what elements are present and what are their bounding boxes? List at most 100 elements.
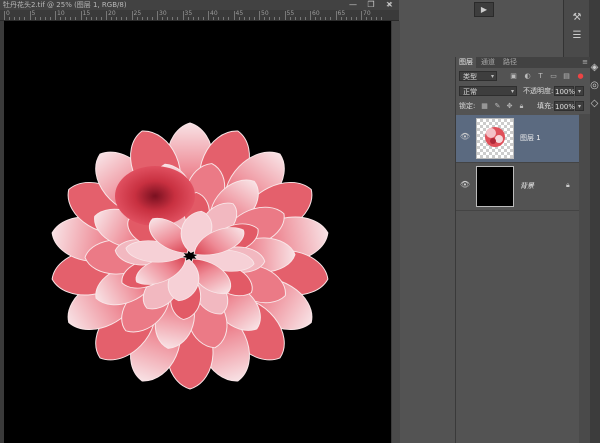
ruler-tick — [106, 11, 107, 20]
lock-image-icon[interactable]: ✎ — [493, 102, 502, 111]
layer-thumbnail — [476, 166, 514, 207]
ruler-minor-tick — [187, 17, 189, 20]
blend-mode-value: 正常 — [463, 88, 477, 96]
shape-filter-icon[interactable]: ▭ — [549, 72, 558, 81]
ruler-minor-tick — [269, 17, 271, 20]
ruler-minor-tick — [90, 17, 92, 20]
fill-field[interactable]: 100% — [554, 101, 575, 111]
layers-dock-icon[interactable]: ◈ — [589, 62, 600, 74]
adjustments-icon[interactable]: ☰ — [570, 30, 584, 42]
minimize-icon[interactable]: — — [344, 0, 362, 10]
ruler-minor-tick — [325, 17, 327, 20]
panel-icon-strip: ⚒ ☰ — [563, 0, 590, 60]
ruler-minor-tick — [299, 17, 301, 20]
ruler-minor-tick — [75, 17, 77, 20]
ruler-label: 35 — [184, 10, 193, 17]
ruler-minor-tick — [371, 17, 373, 20]
type-filter-icon[interactable]: T — [536, 72, 545, 81]
ruler-tick — [157, 11, 158, 20]
layer-name[interactable]: 背景 — [520, 181, 534, 191]
ruler-minor-tick — [100, 17, 102, 20]
ruler-minor-tick — [111, 17, 113, 20]
paths-dock-icon[interactable]: ◇ — [589, 98, 600, 110]
ruler-minor-tick — [65, 17, 67, 20]
close-window-icon[interactable]: ✕ — [380, 0, 398, 10]
ruler-tick — [131, 11, 133, 20]
document-title: 牡丹花头2.tif @ 25% (图层 1, RGB/8) — [3, 1, 127, 9]
visibility-eye-icon[interactable]: 👁︎ — [459, 180, 471, 190]
restore-icon[interactable]: ❐ — [362, 0, 380, 10]
fill-label: 填充: — [537, 102, 554, 110]
filter-row: 类型 ▾ ▣ ◐ T ▭ ▤ ● — [456, 70, 590, 84]
ruler-minor-tick — [85, 17, 87, 20]
opacity-field[interactable]: 100% — [554, 86, 575, 96]
ruler-minor-tick — [177, 17, 179, 20]
ruler-minor-tick — [146, 17, 148, 20]
ruler-minor-tick — [213, 17, 215, 20]
ruler-minor-tick — [19, 17, 21, 20]
tab-channels[interactable]: 通道 — [478, 57, 498, 68]
filter-kind-dropdown[interactable]: 类型 ▾ — [459, 71, 497, 81]
layer-thumbnail — [476, 118, 514, 159]
ruler-minor-tick — [141, 17, 143, 20]
ruler-label: 15 — [82, 10, 91, 17]
ruler-minor-tick — [192, 17, 194, 20]
ruler-tick — [182, 11, 184, 20]
filter-toggle-icon[interactable]: ● — [576, 72, 585, 81]
ruler-minor-tick — [376, 17, 378, 20]
ruler-minor-tick — [248, 17, 250, 20]
ruler-tick — [233, 11, 235, 20]
visibility-eye-icon[interactable]: 👁︎ — [459, 132, 471, 142]
ruler-label: 0 — [6, 10, 10, 17]
lock-transparent-icon[interactable]: ▦ — [480, 102, 489, 111]
blend-mode-dropdown[interactable]: 正常 ▾ — [459, 86, 517, 96]
canvas-vertical-scrollbar[interactable] — [391, 21, 400, 443]
panel-menu-icon[interactable]: ≡ — [582, 57, 588, 68]
ruler-minor-tick — [289, 17, 291, 20]
chevron-down-icon: ▾ — [490, 73, 494, 80]
layers-scrollbar[interactable] — [579, 114, 590, 443]
canvas[interactable] — [4, 21, 391, 443]
ruler-minor-tick — [355, 17, 357, 20]
document-tab[interactable]: 牡丹花头2.tif @ 25% (图层 1, RGB/8) × — [0, 0, 399, 10]
channels-dock-icon[interactable]: ◎ — [589, 80, 600, 92]
ruler-minor-tick — [350, 17, 352, 20]
ruler-minor-tick — [95, 17, 97, 20]
ruler-minor-tick — [14, 17, 16, 20]
smart-object-filter-icon[interactable]: ▤ — [562, 72, 571, 81]
ruler-minor-tick — [49, 17, 51, 20]
image-filter-icon[interactable]: ▣ — [509, 72, 518, 81]
ruler-minor-tick — [121, 17, 123, 20]
ruler-minor-tick — [228, 17, 230, 20]
lock-position-icon[interactable]: ✥ — [505, 102, 514, 111]
layers-panel: 图层 通道 路径 ≡ 类型 ▾ ▣ ◐ T ▭ ▤ ● 正常 ▾ 不透明度: 1… — [455, 57, 590, 443]
ruler-tick — [80, 11, 82, 20]
layer-row-1[interactable]: 👁︎ 图层 1 — [456, 115, 579, 163]
tab-layers[interactable]: 图层 — [456, 57, 476, 68]
ruler-minor-tick — [243, 17, 245, 20]
ruler-minor-tick — [340, 17, 342, 20]
ruler-minor-tick — [151, 17, 153, 20]
lock-icon: 🔒︎ — [566, 181, 570, 189]
ruler-label: 40 — [210, 10, 218, 17]
ruler-minor-tick — [39, 17, 41, 20]
ruler-tick — [208, 11, 209, 20]
ruler-minor-tick — [274, 17, 276, 20]
tab-paths[interactable]: 路径 — [500, 57, 520, 68]
peony-flower-image — [51, 122, 329, 390]
ruler-minor-tick — [345, 17, 347, 20]
play-action-button[interactable]: ▶ — [474, 2, 494, 17]
ruler-tick — [284, 11, 286, 20]
ruler-minor-tick — [366, 17, 368, 20]
brush-presets-icon[interactable]: ⚒ — [570, 12, 584, 24]
ruler-minor-tick — [9, 17, 11, 20]
ruler-minor-tick — [320, 17, 322, 20]
lock-all-icon[interactable]: 🔒︎ — [517, 102, 526, 111]
adjustment-filter-icon[interactable]: ◐ — [523, 72, 532, 81]
ruler-minor-tick — [70, 17, 72, 20]
layer-row-background[interactable]: 👁︎ 背景 🔒︎ — [456, 163, 579, 211]
ruler-label: 45 — [235, 10, 244, 17]
opacity-slider-toggle[interactable]: ▾ — [575, 86, 584, 96]
fill-slider-toggle[interactable]: ▾ — [575, 101, 584, 111]
layer-name[interactable]: 图层 1 — [520, 133, 541, 143]
